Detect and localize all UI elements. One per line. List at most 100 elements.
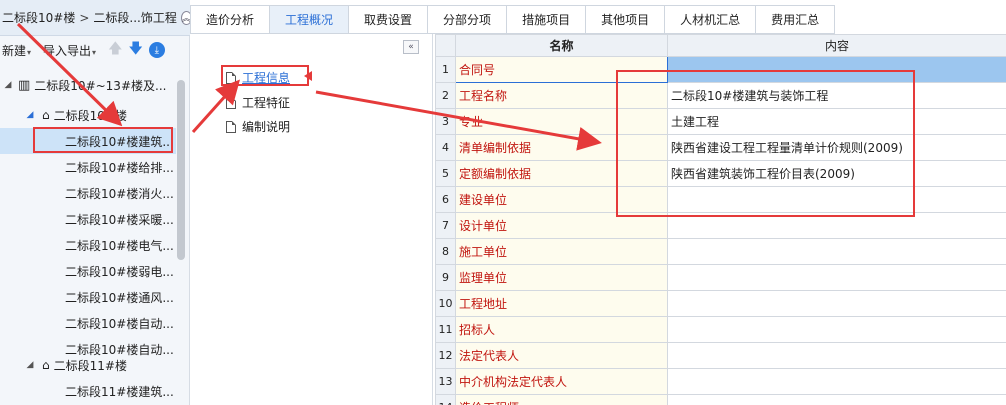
building-icon: ▥ <box>18 77 31 93</box>
tab-measures[interactable]: 措施项目 <box>507 5 587 34</box>
column-header-content[interactable]: 内容 <box>667 34 1006 57</box>
table-row[interactable]: 1 合同号 <box>435 56 1006 83</box>
tree-node-unit[interactable]: 二标段10#楼自动... <box>0 310 176 336</box>
cell-content[interactable] <box>667 238 1006 265</box>
row-number: 11 <box>435 316 456 343</box>
tree-node-label: 二标段10#楼弱电... <box>65 264 174 279</box>
new-button[interactable]: 新建▾ <box>2 42 31 59</box>
tree-scrollbar[interactable] <box>177 80 185 260</box>
cell-name[interactable]: 建设单位 <box>455 186 668 213</box>
expand-triangle-icon[interactable]: ◢ <box>2 80 14 90</box>
nav-item-label: 工程信息 <box>242 71 291 85</box>
table-row[interactable]: 12 法定代表人 <box>435 342 1006 369</box>
expand-triangle-icon[interactable]: ◢ <box>24 360 36 370</box>
tree-node-label: 二标段10#楼电气... <box>65 238 174 253</box>
cell-name[interactable]: 设计单位 <box>455 212 668 239</box>
table-row[interactable]: 14造价工程师 <box>435 394 1006 405</box>
cell-content[interactable] <box>667 290 1006 317</box>
tree-node-unit[interactable]: 二标段11#楼建筑... <box>0 378 176 404</box>
cell-content[interactable] <box>667 368 1006 395</box>
table-row[interactable]: 10 工程地址 <box>435 290 1006 317</box>
cell-name[interactable]: 合同号 <box>455 56 668 83</box>
cell-content[interactable]: 二标段10#楼建筑与装饰工程 <box>667 82 1006 109</box>
circle-down-icon[interactable]: ⤓ <box>148 42 165 58</box>
tab-other-items[interactable]: 其他项目 <box>586 5 666 34</box>
row-number: 2 <box>435 82 456 109</box>
table-row[interactable]: 11 招标人 <box>435 316 1006 343</box>
project-tree-panel: 二标段10#楼 > 二标段...饰工程 ︽ 新建▾ 导入导出▾ 🡅 🡇 ⤓ ◢ … <box>0 0 190 405</box>
cell-content[interactable]: 土建工程 <box>667 108 1006 135</box>
cell-content[interactable] <box>667 56 1006 83</box>
row-number: 8 <box>435 238 456 265</box>
table-row[interactable]: 7 设计单位 <box>435 212 1006 239</box>
tree-node-label: 二标段10#楼 <box>53 108 127 123</box>
tree-node-unit[interactable]: 二标段10#楼通风... <box>0 284 176 310</box>
cell-content[interactable] <box>667 394 1006 405</box>
tab-project-overview[interactable]: 工程概况 <box>270 5 350 34</box>
row-number-header <box>435 34 456 57</box>
cell-name[interactable]: 法定代表人 <box>455 342 668 369</box>
tree-node-unit-selected[interactable]: 二标段10#楼建筑... <box>0 128 176 154</box>
cell-name[interactable]: 工程地址 <box>455 290 668 317</box>
table-row[interactable]: 3 专业 土建工程 <box>435 108 1006 135</box>
cell-name[interactable]: 监理单位 <box>455 264 668 291</box>
cell-content[interactable] <box>667 342 1006 369</box>
cell-name[interactable]: 招标人 <box>455 316 668 343</box>
tree-node-building11[interactable]: ◢ ⌂ 二标段11#楼 <box>0 352 176 378</box>
cell-name[interactable]: 造价工程师 <box>455 394 668 405</box>
table-row[interactable]: 4 清单编制依据 陕西省建设工程工程量清单计价规则(2009) <box>435 134 1006 161</box>
project-info-grid: 名称 内容 1 合同号 2 工程名称 二标段10#楼建筑与装饰工程 3 专业 土建工程 4 清单编… <box>435 34 1006 405</box>
table-row[interactable]: 2 工程名称 二标段10#楼建筑与装饰工程 <box>435 82 1006 109</box>
home-icon: ⌂ <box>42 108 50 122</box>
row-number: 4 <box>435 134 456 161</box>
table-row[interactable]: 5 定额编制依据 陕西省建筑装饰工程价目表(2009) <box>435 160 1006 187</box>
cell-content[interactable]: 陕西省建设工程工程量清单计价规则(2009) <box>667 134 1006 161</box>
nav-item-label: 工程特征 <box>242 96 291 110</box>
table-row[interactable]: 8 施工单位 <box>435 238 1006 265</box>
caret-down-icon: ▾ <box>92 47 97 57</box>
import-export-button[interactable]: 导入导出▾ <box>43 42 96 59</box>
nav-item-description[interactable]: 编制说明 <box>226 118 290 135</box>
table-row[interactable]: 6 建设单位 <box>435 186 1006 213</box>
tree-node-unit[interactable]: 二标段10#楼消火... <box>0 180 176 206</box>
breadcrumb-item-building[interactable]: 二标段10#楼 <box>2 9 75 26</box>
tree-node-unit[interactable]: 二标段10#楼电气... <box>0 232 176 258</box>
arrow-down-icon[interactable]: 🡇 <box>128 38 142 62</box>
expand-triangle-icon[interactable]: ◢ <box>24 110 36 120</box>
cell-name[interactable]: 施工单位 <box>455 238 668 265</box>
cell-name[interactable]: 中介机构法定代表人 <box>455 368 668 395</box>
cell-content[interactable]: 陕西省建筑装饰工程价目表(2009) <box>667 160 1006 187</box>
table-row[interactable]: 9 监理单位 <box>435 264 1006 291</box>
cell-content[interactable] <box>667 316 1006 343</box>
tab-labor-material-summary[interactable]: 人材机汇总 <box>665 5 757 34</box>
tree-node-building10[interactable]: ◢ ⌂ 二标段10#楼 <box>0 102 176 128</box>
nav-item-project-features[interactable]: 工程特征 <box>226 94 290 111</box>
double-chevron-up-icon[interactable]: ︽ <box>180 10 190 25</box>
column-header-name[interactable]: 名称 <box>455 34 668 57</box>
row-number: 14 <box>435 394 456 405</box>
tree-node-root[interactable]: ◢ ▥ 二标段10#~13#楼及... <box>0 72 176 98</box>
tree-node-unit[interactable]: 二标段10#楼给排... <box>0 154 176 180</box>
collapse-panel-button[interactable]: « <box>403 40 419 54</box>
tab-cost-analysis[interactable]: 造价分析 <box>190 5 271 34</box>
row-number: 6 <box>435 186 456 213</box>
breadcrumb-item-project[interactable]: 二标段...饰工程 <box>93 9 176 26</box>
nav-item-project-info[interactable]: 工程信息 <box>226 69 290 86</box>
tab-sub-items[interactable]: 分部分项 <box>428 5 508 34</box>
tree-node-label: 二标段10#楼给排... <box>65 160 174 175</box>
tree-node-label: 二标段10#~13#楼及... <box>34 78 167 93</box>
breadcrumb-separator: > <box>79 10 90 25</box>
cell-name[interactable]: 工程名称 <box>455 82 668 109</box>
tab-fee-settings[interactable]: 取费设置 <box>349 5 429 34</box>
arrow-up-icon[interactable]: 🡅 <box>108 38 122 62</box>
cell-content[interactable] <box>667 212 1006 239</box>
tree-node-unit[interactable]: 二标段10#楼弱电... <box>0 258 176 284</box>
cell-name[interactable]: 清单编制依据 <box>455 134 668 161</box>
cell-name[interactable]: 专业 <box>455 108 668 135</box>
table-row[interactable]: 13 中介机构法定代表人 <box>435 368 1006 395</box>
cell-name[interactable]: 定额编制依据 <box>455 160 668 187</box>
cell-content[interactable] <box>667 186 1006 213</box>
tab-cost-summary[interactable]: 费用汇总 <box>756 5 836 34</box>
cell-content[interactable] <box>667 264 1006 291</box>
tree-node-unit[interactable]: 二标段10#楼采暖... <box>0 206 176 232</box>
